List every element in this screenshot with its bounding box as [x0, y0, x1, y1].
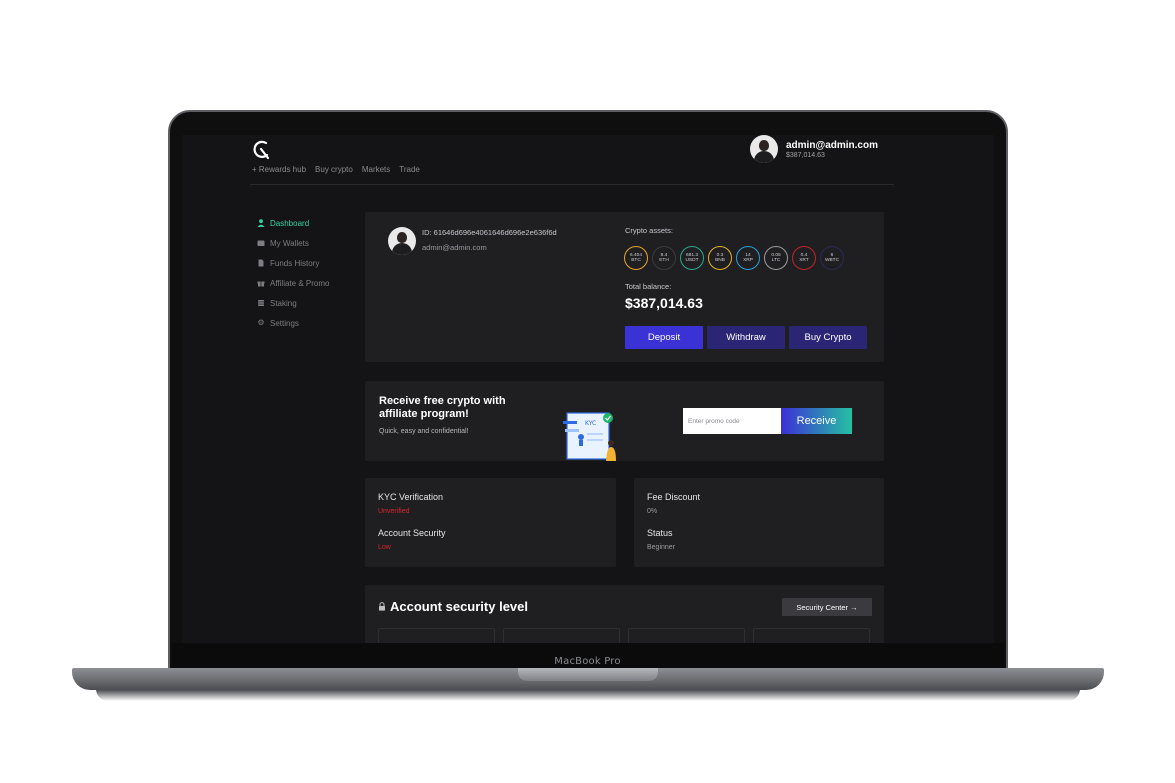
withdraw-button[interactable]: Withdraw: [707, 326, 785, 349]
balance-actions: Deposit Withdraw Buy Crypto: [625, 326, 867, 349]
security-level-title: Account security level: [390, 599, 528, 614]
sidebar-item-label: Staking: [270, 298, 297, 308]
laptop-notch: [518, 668, 658, 681]
security-level-card: Account security level Security Center →: [365, 585, 884, 643]
coin-bnb[interactable]: 0.3 BNB: [708, 246, 732, 270]
coin-eth[interactable]: 8.4 ETH: [652, 246, 676, 270]
laptop-mockup: + Rewards hub Buy crypto Markets Trade a…: [0, 0, 1175, 783]
coins-icon: [258, 300, 264, 306]
promo-code-input[interactable]: [683, 408, 781, 434]
total-balance-label: Total balance:: [625, 282, 672, 291]
security-tiles: [378, 628, 870, 643]
profile-avatar: [388, 227, 416, 255]
laptop-base-shadow: [96, 689, 1080, 701]
sidebar-item-settings[interactable]: ⚙ Settings: [257, 313, 329, 333]
status-label: Status: [647, 528, 673, 538]
fee-discount-label: Fee Discount: [647, 492, 701, 502]
user-menu[interactable]: admin@admin.com $387,014.63: [750, 135, 878, 163]
sidebar-item-label: Funds History: [270, 258, 320, 268]
security-tile[interactable]: [753, 628, 870, 643]
wallet-icon: [257, 240, 265, 246]
verification-card: KYC Verification Unverified Account Secu…: [365, 478, 616, 567]
user-icon: [257, 219, 265, 227]
gift-icon: [257, 281, 265, 287]
deposit-button[interactable]: Deposit: [625, 326, 703, 349]
security-center-button[interactable]: Security Center →: [782, 598, 872, 616]
account-security-label: Account Security: [378, 528, 446, 538]
sidebar-item-dashboard[interactable]: Dashboard: [257, 213, 329, 233]
status-value: Beginner: [647, 544, 676, 551]
coin-btc[interactable]: 6.404 BTC: [624, 246, 648, 270]
sidebar-item-affiliate-promo[interactable]: Affiliate & Promo: [257, 273, 329, 293]
security-tile[interactable]: [378, 628, 495, 643]
logo-icon[interactable]: [252, 140, 272, 160]
crypto-assets-label: Crypto assets:: [625, 226, 673, 235]
sidebar-item-label: Dashboard: [270, 218, 310, 228]
user-id: ID: 61646d696e4061646d696e2e636f6d: [422, 228, 557, 237]
coin-ltc[interactable]: 0.05 LTC: [764, 246, 788, 270]
sidebar-item-label: Affiliate & Promo: [270, 278, 330, 288]
app-screen: + Rewards hub Buy crypto Markets Trade a…: [182, 135, 994, 643]
nav-markets[interactable]: Markets: [362, 165, 390, 174]
total-balance-value: $387,014.63: [625, 295, 703, 311]
lock-icon: [379, 602, 385, 611]
sidebar-item-label: My Wallets: [270, 238, 309, 248]
security-tile[interactable]: [503, 628, 620, 643]
header-divider: [250, 184, 894, 185]
security-level-heading: Account security level: [378, 599, 528, 614]
kyc-illustration-label: KYC: [585, 420, 596, 427]
promo-subtitle: Quick, easy and confidential!: [379, 428, 469, 435]
coin-wbtc[interactable]: 6 WBTC: [820, 246, 844, 270]
security-tile[interactable]: [628, 628, 745, 643]
document-icon: [258, 259, 264, 267]
promo-title: Receive free crypto with affiliate progr…: [379, 395, 506, 420]
account-security-value: Low: [378, 544, 391, 551]
profile-card: ID: 61646d696e4061646d696e2e636f6d admin…: [365, 212, 884, 362]
coin-xrt[interactable]: 0.4 XRT: [792, 246, 816, 270]
nav-rewards-hub[interactable]: + Rewards hub: [252, 165, 306, 174]
nav-buy-crypto[interactable]: Buy crypto: [315, 165, 353, 174]
user-email: admin@admin.com: [786, 139, 878, 151]
profile-email: admin@admin.com: [422, 243, 487, 252]
sidebar-item-my-wallets[interactable]: My Wallets: [257, 233, 329, 253]
buy-crypto-button[interactable]: Buy Crypto: [789, 326, 867, 349]
top-nav: + Rewards hub Buy crypto Markets Trade: [252, 165, 420, 174]
user-balance: $387,014.63: [786, 151, 825, 159]
nav-trade[interactable]: Trade: [399, 165, 420, 174]
laptop-brand-label: MacBook Pro: [554, 656, 621, 667]
sidebar: Dashboard My Wallets Funds History Affil…: [257, 213, 329, 333]
receive-button[interactable]: Receive: [781, 408, 852, 434]
kyc-illustration-icon: KYC: [563, 412, 616, 461]
fee-status-card: Fee Discount 0% Status Beginner: [634, 478, 884, 567]
coin-xrp[interactable]: 14 XRP: [736, 246, 760, 270]
gear-icon: ⚙: [257, 318, 265, 327]
fee-discount-value: 0%: [647, 508, 658, 515]
avatar[interactable]: [750, 135, 778, 163]
affiliate-promo-card: Receive free crypto with affiliate progr…: [365, 381, 884, 461]
kyc-status-value: Unverified: [378, 508, 410, 515]
coin-usdt[interactable]: 681.3 USDT: [680, 246, 704, 270]
kyc-verification-label: KYC Verification: [378, 492, 444, 502]
sidebar-item-staking[interactable]: Staking: [257, 293, 329, 313]
sidebar-item-funds-history[interactable]: Funds History: [257, 253, 329, 273]
crypto-assets-list: 6.404 BTC 8.4 ETH 681.3 USDT 0.3 BNB 14 XRP 0…: [624, 246, 844, 270]
sidebar-item-label: Settings: [270, 318, 299, 328]
